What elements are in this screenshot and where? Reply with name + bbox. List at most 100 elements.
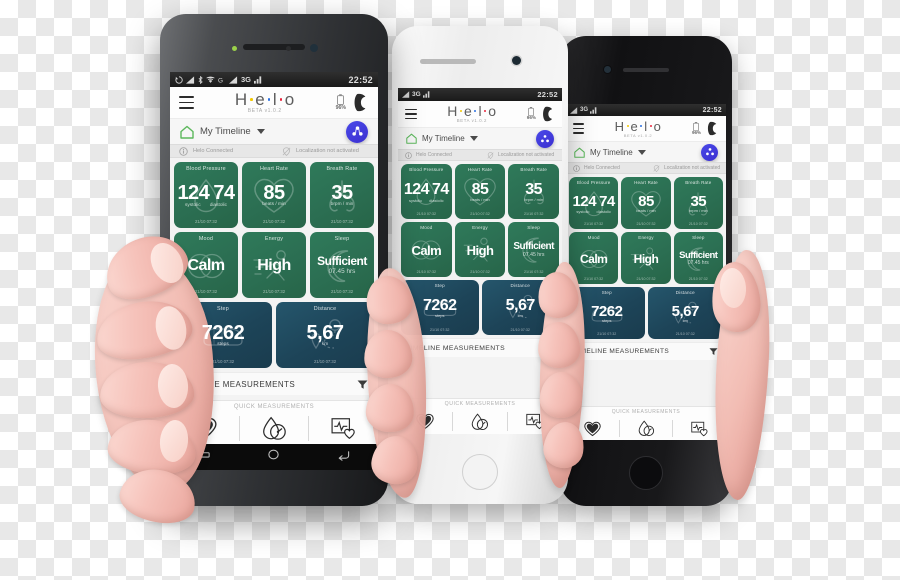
earpiece-1: [243, 44, 305, 50]
card-breath-rate-2[interactable]: Breath Rate 35 brpm / min 21/10 07:32: [508, 164, 560, 219]
bp-diastolic-1: 74: [213, 182, 235, 204]
card-mood-1[interactable]: Mood Calm 21/10 07:32: [174, 232, 238, 298]
home-button-2[interactable]: [462, 454, 498, 490]
card-mid-3-5: Sufficient 07.45 hrs: [675, 240, 722, 277]
card-breath-rate-3[interactable]: Breath Rate 35 brpm / min 21/10 07:32: [673, 177, 723, 229]
bp-unit-dia-1: diastolic: [209, 203, 228, 208]
card-mid-1-4: High: [244, 242, 304, 289]
card-step-2[interactable]: Step 7262 steps 21/10 07:32: [401, 280, 479, 335]
card-energy-2[interactable]: Energy High 21/10 07:32: [454, 222, 506, 277]
spacer-2: [398, 357, 562, 398]
card-distance-2[interactable]: Distance 5,67 km 21/10 07:32: [481, 280, 559, 335]
card-mood-2[interactable]: Mood Calm 21/10 07:32: [401, 222, 452, 277]
card-mid-3-1: 85 beats / min: [622, 185, 669, 222]
quick-bp-button-3[interactable]: [620, 420, 673, 437]
hamburger-icon[interactable]: [573, 123, 584, 134]
cards-grid-1: Blood Pressure 124 74 systolic diastolic: [170, 158, 378, 372]
card-mid-3-7: 5,67 km: [649, 295, 723, 332]
card-heart-rate-1[interactable]: Heart Rate 85 beats / min 21/10 07:32: [242, 162, 306, 228]
card-sleep-3[interactable]: Sleep Sufficient 07.45 hrs 21/10 07:32: [673, 232, 723, 284]
quick-ecg-button-2[interactable]: [508, 413, 562, 430]
chevron-down-icon[interactable]: [256, 129, 265, 134]
share-fab-3[interactable]: [701, 143, 718, 161]
quick-bp-button-1[interactable]: [240, 416, 309, 441]
bp-units-3: systolic diastolic: [576, 209, 611, 214]
card-blood-pressure-3[interactable]: Blood Pressure 124 74 systolic diastolic: [569, 177, 619, 229]
network-label-2: 3G: [412, 91, 421, 98]
card-blood-pressure-2[interactable]: Blood Pressure 124 74 systolic diastolic: [401, 164, 452, 219]
card-sleep-2[interactable]: Sleep Sufficient 07.45 hrs 21/10 07:32: [508, 222, 560, 277]
share-fab-1[interactable]: [346, 120, 368, 143]
card-breath-rate-1[interactable]: Breath Rate 35 brpm / min 21/10 07:32: [310, 162, 374, 228]
back-icon[interactable]: [337, 448, 350, 466]
card-time-2-0: 21/10 07:32: [416, 212, 437, 216]
timeline-selector-1[interactable]: My Timeline: [180, 125, 265, 139]
timeline-selector-2[interactable]: My Timeline: [406, 133, 478, 144]
timeline-label-3: My Timeline: [590, 147, 633, 157]
recents-icon[interactable]: [198, 448, 210, 466]
battery-percent-1: 96%: [335, 104, 346, 111]
card-mid-2-6: 7262 steps: [402, 288, 478, 328]
chevron-down-icon[interactable]: [469, 136, 478, 141]
card-time-1-4: 21/10 07:32: [262, 289, 286, 294]
card-mood-3[interactable]: Mood Calm 21/10 07:32: [569, 232, 619, 284]
hamburger-icon[interactable]: [179, 96, 194, 109]
quick-bp-button-2[interactable]: [453, 412, 507, 431]
android-nav-bar: [170, 444, 378, 470]
card-value-2-1: 85: [471, 181, 489, 198]
home-button-3[interactable]: [629, 456, 663, 490]
app-bar-2: H e l o BETA v1.0.2 96%: [398, 101, 562, 128]
quick-heart-button-2[interactable]: [398, 413, 452, 430]
quick-heart-button-3[interactable]: [566, 421, 619, 437]
bp-systolic-2: 124: [403, 180, 430, 198]
conn-loc-label-3: Localization not activated: [664, 165, 721, 171]
card-heart-rate-3[interactable]: Heart Rate 85 beats / min 21/10 07:32: [621, 177, 671, 229]
card-row-2-2: Mood Calm 21/10 07:32 Energy High 21/10 …: [401, 222, 560, 277]
quick-row-2: [398, 409, 562, 434]
share-fab-2[interactable]: [536, 129, 554, 148]
wristband-icon[interactable]: [541, 106, 555, 122]
quick-row-3: [566, 417, 726, 440]
hamburger-icon[interactable]: [405, 108, 417, 120]
card-heart-rate-2[interactable]: Heart Rate 85 beats / min 21/10 07:32: [454, 164, 506, 219]
card-energy-3[interactable]: Energy High 21/10 07:32: [621, 232, 671, 284]
chevron-down-icon[interactable]: [637, 149, 646, 155]
quick-ecg-button-3[interactable]: [673, 421, 726, 437]
filter-icon[interactable]: [357, 379, 368, 390]
timeline-selector-3[interactable]: My Timeline: [574, 147, 646, 158]
card-sleep-1[interactable]: Sleep Sufficient 07.45 hrs 21/10 07:32: [310, 232, 374, 298]
card-value-3-3: Calm: [579, 251, 608, 266]
card-step-3[interactable]: Step 7262 steps 21/10 07:32: [569, 287, 645, 339]
share-icon: [705, 148, 714, 156]
timeline-label-2: My Timeline: [422, 134, 465, 143]
connection-bar-1: Helo Connected Localization not activate…: [170, 144, 378, 158]
wifi-icon: [206, 76, 215, 83]
card-mid-2-3: Calm: [402, 230, 451, 270]
card-step-1[interactable]: Step 7262 steps 21/10 07:32: [174, 302, 272, 368]
filter-icon[interactable]: [545, 344, 554, 353]
card-time-2-1: 21/10 07:32: [470, 212, 490, 216]
timeline-measurements-3[interactable]: TIMELINE MEASUREMENTS: [566, 342, 726, 360]
logo-letters-1: H e l o: [234, 90, 295, 109]
card-distance-3[interactable]: Distance 5,67 km 21/10 07:32: [647, 287, 723, 339]
card-distance-1[interactable]: Distance 5,67 km 21/10 07:32: [276, 302, 374, 368]
card-row-3-3: Step 7262 steps 21/10 07:32 Distance 5,6…: [569, 287, 723, 339]
card-mid-1-5: Sufficient 07.45 hrs: [312, 242, 372, 289]
quick-heart-button-1[interactable]: [170, 417, 239, 440]
timeline-measurements-1[interactable]: TIMELINE MEASUREMENTS: [170, 372, 378, 395]
wristband-icon[interactable]: [352, 93, 369, 112]
card-mid-1-7: 5,67 km: [278, 312, 372, 359]
wristband-icon[interactable]: [706, 121, 719, 136]
card-blood-pressure-1[interactable]: Blood Pressure 124 74 systolic diastolic: [174, 162, 238, 228]
cards-grid-3: Blood Pressure 124 74 systolic diastolic: [566, 174, 726, 342]
card-energy-1[interactable]: Energy High 21/10 07:32: [242, 232, 306, 298]
quick-ecg-button-1[interactable]: [309, 417, 378, 440]
timeline-measurements-2[interactable]: TIMELINE MEASUREMENTS: [398, 338, 562, 357]
home-nav-icon[interactable]: [267, 448, 280, 466]
location-off-icon: [487, 151, 494, 159]
bp-diastolic-2: 74: [432, 180, 449, 198]
card-mid-1-3: Calm: [176, 242, 236, 289]
bp-units-1: systolic diastolic: [185, 203, 227, 208]
filter-icon[interactable]: [709, 347, 718, 356]
card-time-3-7: 21/10 07:32: [675, 332, 695, 336]
